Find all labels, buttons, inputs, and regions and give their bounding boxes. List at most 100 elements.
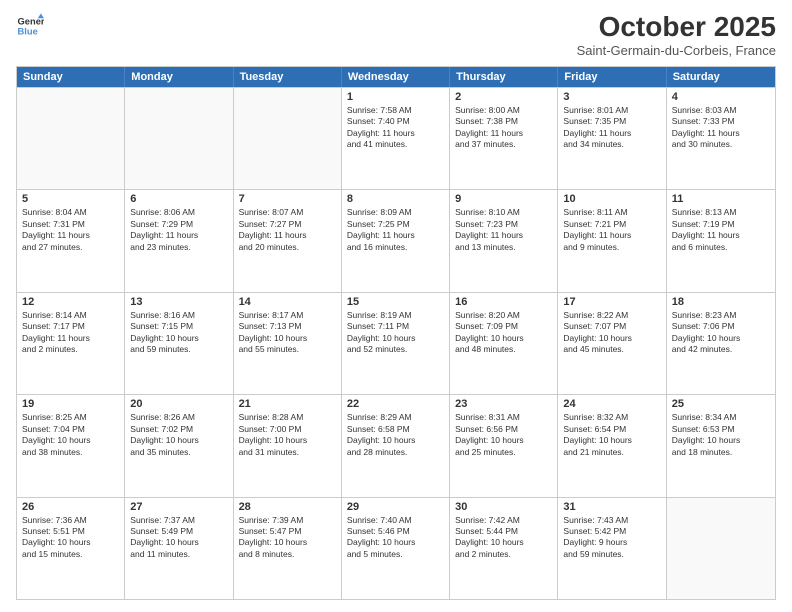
weekday-header: Tuesday: [234, 67, 342, 87]
cell-info: Sunrise: 8:14 AM Sunset: 7:17 PM Dayligh…: [22, 310, 119, 356]
cell-info: Sunrise: 8:13 AM Sunset: 7:19 PM Dayligh…: [672, 207, 770, 253]
cell-info: Sunrise: 8:01 AM Sunset: 7:35 PM Dayligh…: [563, 105, 660, 151]
day-number: 31: [563, 501, 660, 513]
title-block: October 2025 Saint-Germain-du-Corbeis, F…: [577, 12, 776, 58]
calendar-cell: 18Sunrise: 8:23 AM Sunset: 7:06 PM Dayli…: [667, 293, 775, 394]
cell-info: Sunrise: 8:20 AM Sunset: 7:09 PM Dayligh…: [455, 310, 552, 356]
weekday-header: Friday: [558, 67, 666, 87]
cell-info: Sunrise: 8:11 AM Sunset: 7:21 PM Dayligh…: [563, 207, 660, 253]
cell-info: Sunrise: 8:06 AM Sunset: 7:29 PM Dayligh…: [130, 207, 227, 253]
calendar-cell: 7 Sunrise: 8:07 AM Sunset: 7:27 PM Daylig…: [234, 190, 342, 291]
weekday-header: Thursday: [450, 67, 558, 87]
day-number: 4: [672, 91, 770, 103]
cell-info: Sunrise: 8:34 AM Sunset: 6:53 PM Dayligh…: [672, 412, 770, 458]
location: Saint-Germain-du-Corbeis, France: [577, 43, 776, 58]
svg-text:Blue: Blue: [18, 27, 38, 37]
cell-info: Sunrise: 8:25 AM Sunset: 7:04 PM Dayligh…: [22, 412, 119, 458]
cell-info: Sunrise: 8:17 AM Sunset: 7:13 PM Dayligh…: [239, 310, 336, 356]
day-number: 30: [455, 501, 552, 513]
calendar-row: 5 Sunrise: 8:04 AM Sunset: 7:31 PM Daylig…: [17, 189, 775, 291]
cell-info: Sunrise: 8:32 AM Sunset: 6:54 PM Dayligh…: [563, 412, 660, 458]
logo-icon: General Blue: [16, 12, 44, 40]
calendar-cell: [234, 88, 342, 189]
day-number: 14: [239, 296, 336, 308]
calendar-cell: 1 Sunrise: 7:58 AM Sunset: 7:40 PM Daylig…: [342, 88, 450, 189]
cell-info: Sunrise: 8:22 AM Sunset: 7:07 PM Dayligh…: [563, 310, 660, 356]
cell-info: Sunrise: 7:36 AM Sunset: 5:51 PM Dayligh…: [22, 515, 119, 561]
day-number: 29: [347, 501, 444, 513]
day-number: 8: [347, 193, 444, 205]
cell-info: Sunrise: 7:39 AM Sunset: 5:47 PM Dayligh…: [239, 515, 336, 561]
calendar-cell: 15 Sunrise: 8:19 AM Sunset: 7:11 PM Dayli…: [342, 293, 450, 394]
day-number: 28: [239, 501, 336, 513]
calendar-cell: 10 Sunrise: 8:11 AM Sunset: 7:21 PM Dayli…: [558, 190, 666, 291]
calendar-row: 12 Sunrise: 8:14 AM Sunset: 7:17 PM Dayli…: [17, 292, 775, 394]
cell-info: Sunrise: 8:31 AM Sunset: 6:56 PM Dayligh…: [455, 412, 552, 458]
header: General Blue October 2025 Saint-Germain-…: [16, 12, 776, 58]
cell-info: Sunrise: 8:04 AM Sunset: 7:31 PM Dayligh…: [22, 207, 119, 253]
calendar-cell: [667, 498, 775, 599]
logo: General Blue: [16, 12, 44, 40]
cell-info: Sunrise: 8:29 AM Sunset: 6:58 PM Dayligh…: [347, 412, 444, 458]
day-number: 12: [22, 296, 119, 308]
day-number: 2: [455, 91, 552, 103]
day-number: 15: [347, 296, 444, 308]
calendar-cell: 16 Sunrise: 8:20 AM Sunset: 7:09 PM Dayli…: [450, 293, 558, 394]
calendar-cell: 9Sunrise: 8:10 AM Sunset: 7:23 PM Daylig…: [450, 190, 558, 291]
day-number: 16: [455, 296, 552, 308]
day-number: 21: [239, 398, 336, 410]
cell-info: Sunrise: 8:00 AM Sunset: 7:38 PM Dayligh…: [455, 105, 552, 151]
day-number: 17: [563, 296, 660, 308]
day-number: 7: [239, 193, 336, 205]
cell-info: Sunrise: 7:43 AM Sunset: 5:42 PM Dayligh…: [563, 515, 660, 561]
cell-info: Sunrise: 7:58 AM Sunset: 7:40 PM Dayligh…: [347, 105, 444, 151]
day-number: 3: [563, 91, 660, 103]
calendar-body: 1 Sunrise: 7:58 AM Sunset: 7:40 PM Daylig…: [17, 87, 775, 599]
day-number: 10: [563, 193, 660, 205]
calendar-cell: [17, 88, 125, 189]
calendar-cell: 3 Sunrise: 8:01 AM Sunset: 7:35 PM Daylig…: [558, 88, 666, 189]
calendar: SundayMondayTuesdayWednesdayThursdayFrid…: [16, 66, 776, 600]
calendar-cell: 4 Sunrise: 8:03 AM Sunset: 7:33 PM Daylig…: [667, 88, 775, 189]
calendar-row: 1 Sunrise: 7:58 AM Sunset: 7:40 PM Daylig…: [17, 87, 775, 189]
calendar-cell: 20Sunrise: 8:26 AM Sunset: 7:02 PM Dayli…: [125, 395, 233, 496]
calendar-cell: 11 Sunrise: 8:13 AM Sunset: 7:19 PM Dayli…: [667, 190, 775, 291]
day-number: 6: [130, 193, 227, 205]
day-number: 23: [455, 398, 552, 410]
cell-info: Sunrise: 7:37 AM Sunset: 5:49 PM Dayligh…: [130, 515, 227, 561]
day-number: 24: [563, 398, 660, 410]
weekday-header: Sunday: [17, 67, 125, 87]
calendar-cell: 24 Sunrise: 8:32 AM Sunset: 6:54 PM Dayli…: [558, 395, 666, 496]
calendar-cell: 23 Sunrise: 8:31 AM Sunset: 6:56 PM Dayli…: [450, 395, 558, 496]
calendar-cell: 29Sunrise: 7:40 AM Sunset: 5:46 PM Dayli…: [342, 498, 450, 599]
page: General Blue October 2025 Saint-Germain-…: [0, 0, 792, 612]
calendar-cell: 6 Sunrise: 8:06 AM Sunset: 7:29 PM Daylig…: [125, 190, 233, 291]
calendar-row: 26Sunrise: 7:36 AM Sunset: 5:51 PM Dayli…: [17, 497, 775, 599]
day-number: 9: [455, 193, 552, 205]
calendar-cell: 27 Sunrise: 7:37 AM Sunset: 5:49 PM Dayli…: [125, 498, 233, 599]
calendar-cell: 13 Sunrise: 8:16 AM Sunset: 7:15 PM Dayli…: [125, 293, 233, 394]
calendar-header: SundayMondayTuesdayWednesdayThursdayFrid…: [17, 67, 775, 87]
calendar-cell: 5 Sunrise: 8:04 AM Sunset: 7:31 PM Daylig…: [17, 190, 125, 291]
calendar-cell: [125, 88, 233, 189]
cell-info: Sunrise: 8:03 AM Sunset: 7:33 PM Dayligh…: [672, 105, 770, 151]
day-number: 18: [672, 296, 770, 308]
cell-info: Sunrise: 8:07 AM Sunset: 7:27 PM Dayligh…: [239, 207, 336, 253]
day-number: 27: [130, 501, 227, 513]
weekday-header: Wednesday: [342, 67, 450, 87]
calendar-row: 19Sunrise: 8:25 AM Sunset: 7:04 PM Dayli…: [17, 394, 775, 496]
day-number: 22: [347, 398, 444, 410]
calendar-cell: 31 Sunrise: 7:43 AM Sunset: 5:42 PM Dayli…: [558, 498, 666, 599]
day-number: 5: [22, 193, 119, 205]
cell-info: Sunrise: 8:19 AM Sunset: 7:11 PM Dayligh…: [347, 310, 444, 356]
day-number: 13: [130, 296, 227, 308]
calendar-cell: 14 Sunrise: 8:17 AM Sunset: 7:13 PM Dayli…: [234, 293, 342, 394]
cell-info: Sunrise: 8:16 AM Sunset: 7:15 PM Dayligh…: [130, 310, 227, 356]
calendar-cell: 26Sunrise: 7:36 AM Sunset: 5:51 PM Dayli…: [17, 498, 125, 599]
day-number: 11: [672, 193, 770, 205]
cell-info: Sunrise: 8:28 AM Sunset: 7:00 PM Dayligh…: [239, 412, 336, 458]
day-number: 1: [347, 91, 444, 103]
calendar-cell: 17 Sunrise: 8:22 AM Sunset: 7:07 PM Dayli…: [558, 293, 666, 394]
day-number: 25: [672, 398, 770, 410]
calendar-cell: 8Sunrise: 8:09 AM Sunset: 7:25 PM Daylig…: [342, 190, 450, 291]
